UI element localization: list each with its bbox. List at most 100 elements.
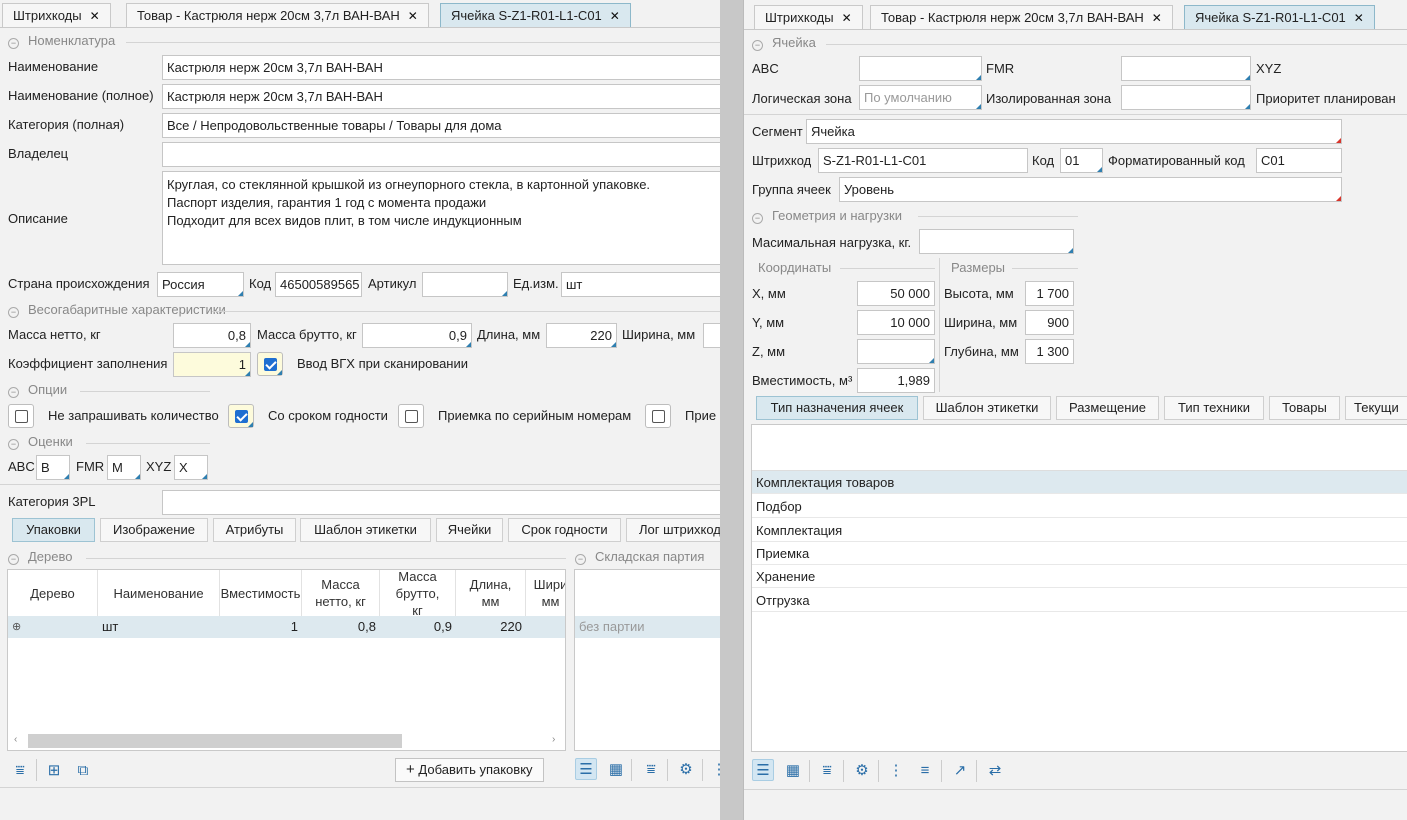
max-load-field[interactable] <box>919 229 1074 254</box>
grid-view-icon[interactable]: ▦ <box>605 758 627 780</box>
refresh-icon[interactable]: ⇄ <box>984 759 1006 781</box>
code-field[interactable]: 01 <box>1060 148 1103 173</box>
tab-cell[interactable]: Ячейка S-Z1-R01-L1-C01 ✕ <box>1184 5 1375 29</box>
subtab-cell-purpose[interactable]: Тип назначения ячеек <box>756 396 918 420</box>
length-field[interactable]: 220 <box>546 323 617 348</box>
x-field[interactable]: 50 000 <box>857 281 935 306</box>
barcode-field[interactable]: S-Z1-R01-L1-C01 <box>818 148 1028 173</box>
column-header-tree[interactable]: Дерево <box>8 570 98 616</box>
logical-zone-field[interactable]: По умолчанию <box>859 85 982 110</box>
isolated-zone-field[interactable] <box>1121 85 1251 110</box>
name-field[interactable]: Кастрюля нерж 20см 3,7л ВАН-ВАН <box>162 55 720 80</box>
owner-field[interactable] <box>162 142 720 167</box>
no-quantity-checkbox[interactable] <box>8 404 34 428</box>
column-header-capacity[interactable]: Вместимость <box>220 570 302 616</box>
list-item[interactable]: Комплектация товаров <box>752 471 1407 494</box>
vgh-checkbox[interactable] <box>257 352 283 376</box>
add-row-icon[interactable]: ≡ <box>914 759 936 781</box>
subtab-barcode-log[interactable]: Лог штрихкод <box>626 518 720 542</box>
category-field[interactable]: Все / Непродовольственные товары / Товар… <box>162 113 720 138</box>
settings-gear-icon[interactable]: ⚙ <box>675 758 697 780</box>
section-tree[interactable]: − Дерево <box>8 549 72 565</box>
width-field[interactable]: 900 <box>1025 310 1074 335</box>
fmr-field[interactable] <box>1121 56 1251 81</box>
tab-barcodes[interactable]: Штрихкоды ✕ <box>754 5 863 29</box>
add-package-button[interactable]: + Добавить упаковку <box>395 758 544 782</box>
net-weight-field[interactable]: 0,8 <box>173 323 251 348</box>
open-external-icon[interactable]: ↗ <box>949 759 971 781</box>
fullname-field[interactable]: Кастрюля нерж 20см 3,7л ВАН-ВАН <box>162 84 720 109</box>
unit-field[interactable]: шт <box>561 272 720 297</box>
column-header-net-weight[interactable]: Масса нетто, кг <box>302 570 380 616</box>
column-header-length[interactable]: Длина, мм <box>456 570 526 616</box>
tab-barcodes[interactable]: Штрихкоды ✕ <box>2 3 111 27</box>
list-item[interactable]: Приемка <box>752 542 1407 565</box>
z-field[interactable] <box>857 339 935 364</box>
collapse-icon[interactable]: − <box>752 213 763 224</box>
description-field[interactable]: Круглая, со стеклянной крышкой из огнеуп… <box>162 171 720 265</box>
table-row[interactable]: без партии <box>575 616 720 638</box>
subtab-placement[interactable]: Размещение <box>1056 396 1159 420</box>
filter-icon[interactable]: ⩸ <box>816 759 838 781</box>
subtab-expiry[interactable]: Срок годности <box>508 518 621 542</box>
tab-product[interactable]: Товар - Кастрюля нерж 20см 3,7л ВАН-ВАН ✕ <box>870 5 1173 29</box>
collapse-icon[interactable]: − <box>8 38 19 49</box>
collapse-icon[interactable]: − <box>8 387 19 398</box>
abc-field[interactable] <box>859 56 982 81</box>
close-icon[interactable]: ✕ <box>842 11 852 25</box>
subtab-label-template[interactable]: Шаблон этикетки <box>300 518 431 542</box>
subtab-attributes[interactable]: Атрибуты <box>213 518 296 542</box>
section-dimensions[interactable]: − Весогабаритные характеристики <box>8 302 226 318</box>
collapse-icon[interactable]: − <box>752 40 763 51</box>
width-field[interactable] <box>703 323 720 348</box>
expand-icon[interactable]: ⊕ <box>12 616 21 638</box>
scroll-left-icon[interactable]: ‹ <box>14 734 17 745</box>
column-header-width[interactable]: Шири мм <box>526 570 565 616</box>
code-field[interactable]: 46500589565 <box>275 272 362 297</box>
subtab-cells[interactable]: Ячейки <box>436 518 503 542</box>
collapse-icon[interactable]: − <box>8 307 19 318</box>
section-batch[interactable]: − Складская партия <box>575 549 704 565</box>
category-3pl-field[interactable] <box>162 490 720 515</box>
grid-view-icon[interactable]: ▦ <box>782 759 804 781</box>
list-view-icon[interactable]: ☰ <box>575 758 597 780</box>
close-icon[interactable]: ✕ <box>408 9 418 23</box>
collapse-icon[interactable]: − <box>8 554 19 565</box>
scroll-right-icon[interactable]: › <box>552 734 555 745</box>
serial-checkbox[interactable] <box>398 404 424 428</box>
collapse-icon[interactable]: − <box>8 439 19 450</box>
section-ratings[interactable]: − Оценки <box>8 434 73 450</box>
formatted-code-field[interactable]: C01 <box>1256 148 1342 173</box>
close-icon[interactable]: ✕ <box>1152 11 1162 25</box>
expand-all-icon[interactable]: ⊞ <box>43 759 65 781</box>
close-icon[interactable]: ✕ <box>1354 11 1364 25</box>
section-nomenclature[interactable]: − Номенклатура <box>8 33 115 49</box>
depth-field[interactable]: 1 300 <box>1025 339 1074 364</box>
capacity-field[interactable]: 1,989 <box>857 368 935 393</box>
abc-field[interactable]: B <box>36 455 70 480</box>
y-field[interactable]: 10 000 <box>857 310 935 335</box>
xyz-field[interactable]: X <box>174 455 208 480</box>
collapse-all-icon[interactable]: ⧉ <box>72 759 94 781</box>
list-item[interactable]: Комплектация <box>752 519 1407 542</box>
column-header-name[interactable]: Наименование <box>98 570 220 616</box>
segment-field[interactable]: Ячейка <box>806 119 1342 144</box>
close-icon[interactable]: ✕ <box>610 9 620 23</box>
table-row[interactable]: ⊕ шт 1 0,8 0,9 220 <box>8 616 565 638</box>
cell-group-field[interactable]: Уровень <box>839 177 1342 202</box>
numbered-list-icon[interactable]: ⋮ <box>885 759 907 781</box>
country-field[interactable]: Россия <box>157 272 244 297</box>
option4-checkbox[interactable] <box>645 404 671 428</box>
filter-icon[interactable]: ⩸ <box>9 759 31 781</box>
filter-icon[interactable]: ⩸ <box>640 758 662 780</box>
subtab-packages[interactable]: Упаковки <box>12 518 95 542</box>
tab-cell[interactable]: Ячейка S-Z1-R01-L1-C01 ✕ <box>440 3 631 27</box>
list-view-icon[interactable]: ☰ <box>752 759 774 781</box>
subtab-equipment-type[interactable]: Тип техники <box>1164 396 1264 420</box>
expiry-checkbox[interactable] <box>228 404 254 428</box>
settings-gear-icon[interactable]: ⚙ <box>851 759 873 781</box>
list-item[interactable]: Отгрузка <box>752 589 1407 612</box>
subtab-image[interactable]: Изображение <box>100 518 208 542</box>
tab-product[interactable]: Товар - Кастрюля нерж 20см 3,7л ВАН-ВАН ✕ <box>126 3 429 27</box>
list-item[interactable]: Подбор <box>752 495 1407 518</box>
